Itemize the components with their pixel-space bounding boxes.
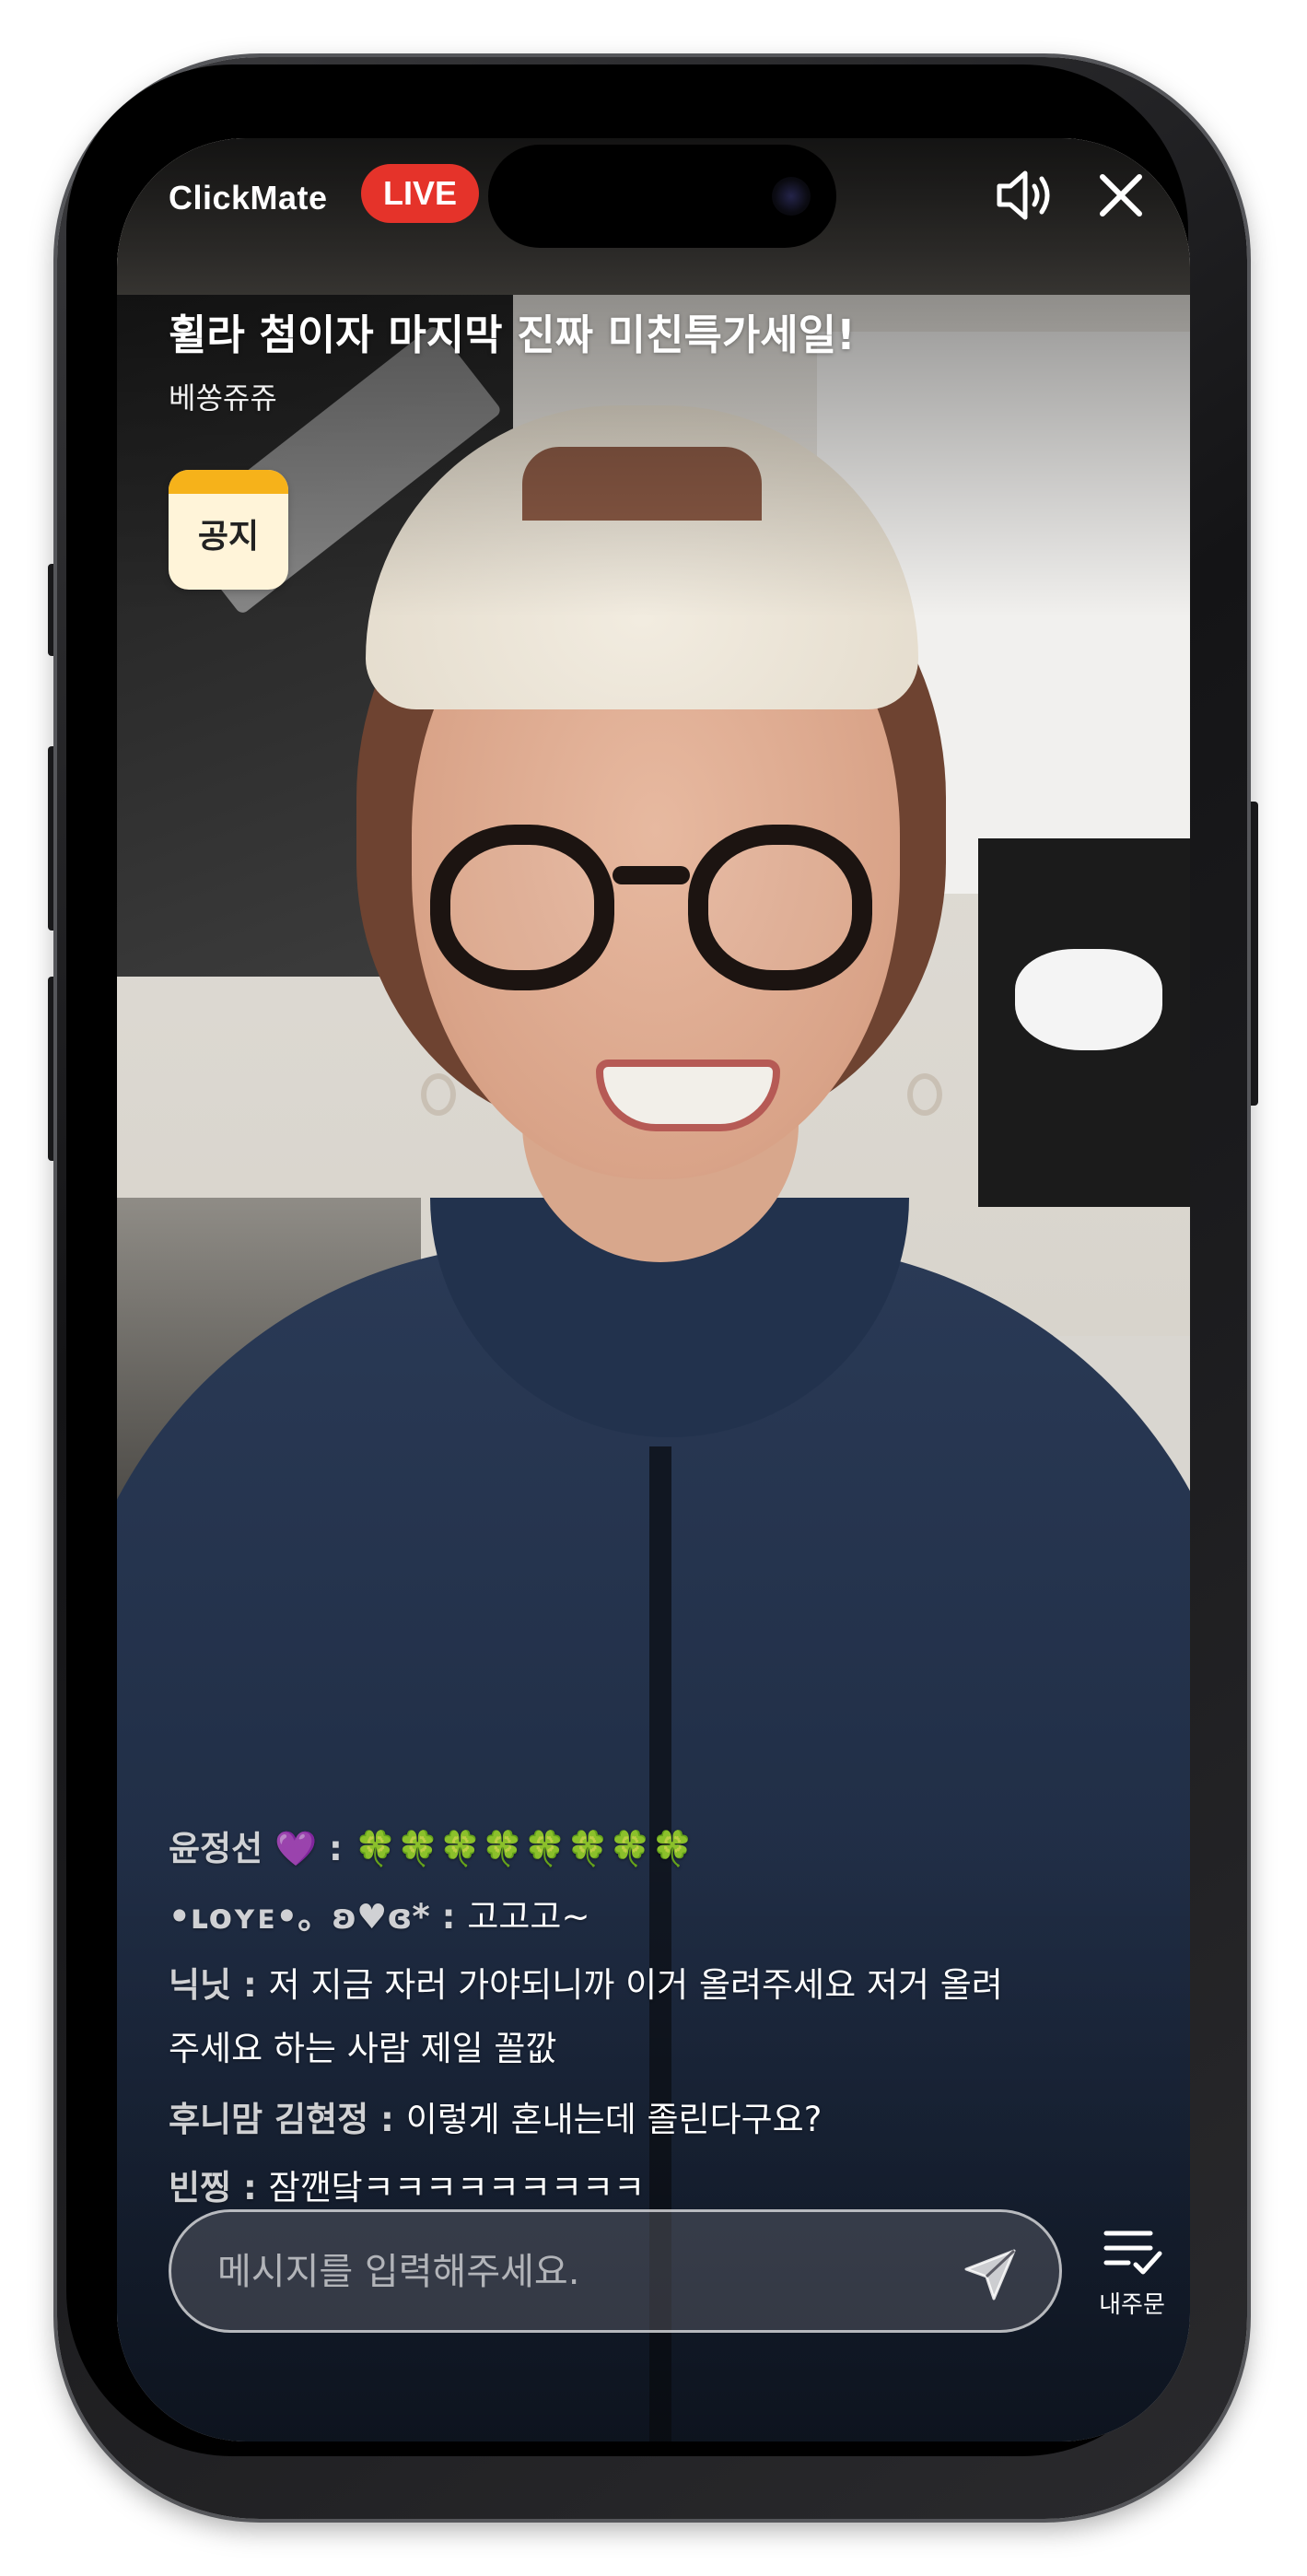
chat-text: 이렇게 혼내는데 졸린다구요?	[405, 2100, 823, 2139]
chat-separator: :	[231, 2168, 269, 2207]
close-icon	[1100, 174, 1142, 217]
chat-message: 후니맘 김현정 : 이렇게 혼내는데 졸린다구요?	[169, 2086, 1090, 2154]
chat-text: 🍀🍀🍀🍀🍀🍀🍀🍀	[354, 1829, 694, 1868]
chat-username: 빈찡	[169, 2168, 232, 2207]
chat-username: 후니맘 김현정	[169, 2100, 369, 2139]
chat-message: •ʟᴏʏᴇ•。ʚ♥ɞ* : 고고고~	[169, 1883, 1090, 1951]
front-camera	[772, 177, 811, 216]
chat-separator: :	[317, 1829, 355, 1868]
chat-message-continued: 주세요 하는 사람 제일 꼴깞	[169, 2020, 1090, 2078]
send-icon	[964, 2249, 1016, 2301]
brand-logo: ClickMate	[169, 179, 328, 217]
chat-message: 윤정선 💜 : 🍀🍀🍀🍀🍀🍀🍀🍀	[169, 1815, 1090, 1883]
notice-button[interactable]: 공지	[169, 470, 288, 590]
live-stream-screen: ClickMate LIVE 휠라 첨이자 마지막 진짜 미친특가세일! 베쏭쥬…	[117, 138, 1190, 2441]
live-badge: LIVE	[361, 164, 479, 223]
send-button[interactable]	[959, 2242, 1023, 2306]
notice-icon	[169, 470, 288, 494]
notice-label: 공지	[197, 518, 260, 556]
close-button[interactable]	[1084, 158, 1158, 232]
chat-input[interactable]	[217, 2240, 936, 2304]
chat-separator: :	[231, 1965, 269, 2005]
live-overlay: ClickMate LIVE 휠라 첨이자 마지막 진짜 미친특가세일! 베쏭쥬…	[117, 138, 1190, 2441]
speaker-icon	[997, 170, 1050, 220]
chat-list: 윤정선 💜 : 🍀🍀🍀🍀🍀🍀🍀🍀 •ʟᴏʏᴇ•。ʚ♥ɞ* : 고고고~ 닉닛 :…	[169, 1815, 1090, 2222]
broadcast-title: 휠라 첨이자 마지막 진짜 미친특가세일!	[169, 310, 856, 359]
chat-input-bar[interactable]	[169, 2209, 1062, 2333]
order-list-icon	[1103, 2231, 1162, 2275]
host-name: 베쏭쥬쥬	[169, 381, 277, 416]
sound-button[interactable]	[986, 158, 1060, 232]
chat-separator: :	[429, 1897, 468, 1937]
chat-username: 닉닛	[169, 1965, 232, 2005]
chat-text: 저 지금 자러 가야되니까 이거 올려주세요 저거 올려	[268, 1965, 1003, 2005]
my-orders-label: 내주문	[1099, 2291, 1165, 2319]
my-orders-button[interactable]: 내주문	[1086, 2220, 1178, 2331]
chat-separator: :	[368, 2100, 406, 2139]
power-button[interactable]	[1245, 802, 1258, 1106]
chat-username: 윤정선 💜	[169, 1829, 318, 1868]
chat-text: 고고고~	[467, 1897, 590, 1937]
chat-message: 닉닛 : 저 지금 자러 가야되니까 이거 올려주세요 저거 올려	[169, 1951, 1090, 2020]
chat-text: 주세요 하는 사람 제일 꼴깞	[169, 2029, 557, 2068]
chat-username: •ʟᴏʏᴇ•。ʚ♥ɞ*	[169, 1897, 430, 1937]
chat-text: 잠깬닼ㅋㅋㅋㅋㅋㅋㅋㅋㅋ	[268, 2168, 646, 2207]
